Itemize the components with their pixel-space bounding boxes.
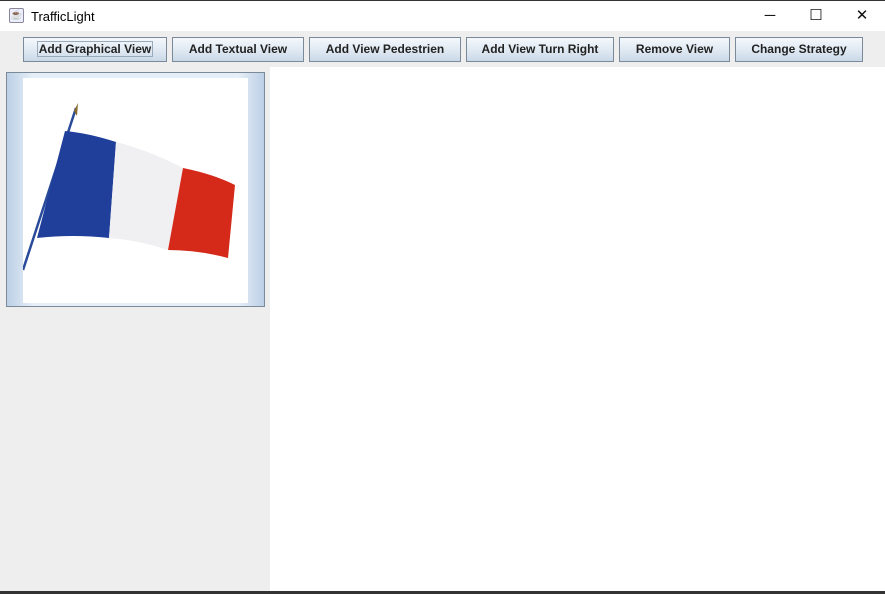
toolbar: Add Graphical View Add Textual View Add … bbox=[0, 31, 885, 67]
add-graphical-view-button[interactable]: Add Graphical View bbox=[23, 37, 167, 62]
views-panel bbox=[0, 67, 270, 592]
maximize-button[interactable]: ☐ bbox=[793, 1, 839, 31]
title-bar: ☕ TrafficLight ─ ☐ ✕ bbox=[0, 0, 885, 31]
flag-blue-band bbox=[37, 131, 116, 238]
java-icon: ☕ bbox=[9, 8, 24, 23]
minimize-button[interactable]: ─ bbox=[747, 1, 793, 31]
flag-icon bbox=[21, 103, 235, 271]
add-view-turn-right-button[interactable]: Add View Turn Right bbox=[466, 37, 614, 62]
remove-view-button[interactable]: Remove View bbox=[619, 37, 730, 62]
close-button[interactable]: ✕ bbox=[839, 1, 885, 31]
add-view-pedestrien-button[interactable]: Add View Pedestrien bbox=[309, 37, 461, 62]
button-label: Add Graphical View bbox=[36, 41, 154, 57]
window-title: TrafficLight bbox=[31, 9, 95, 24]
french-flag-image bbox=[21, 78, 248, 303]
add-textual-view-button[interactable]: Add Textual View bbox=[172, 37, 304, 62]
change-strategy-button[interactable]: Change Strategy bbox=[735, 37, 863, 62]
graphical-view bbox=[6, 72, 265, 307]
